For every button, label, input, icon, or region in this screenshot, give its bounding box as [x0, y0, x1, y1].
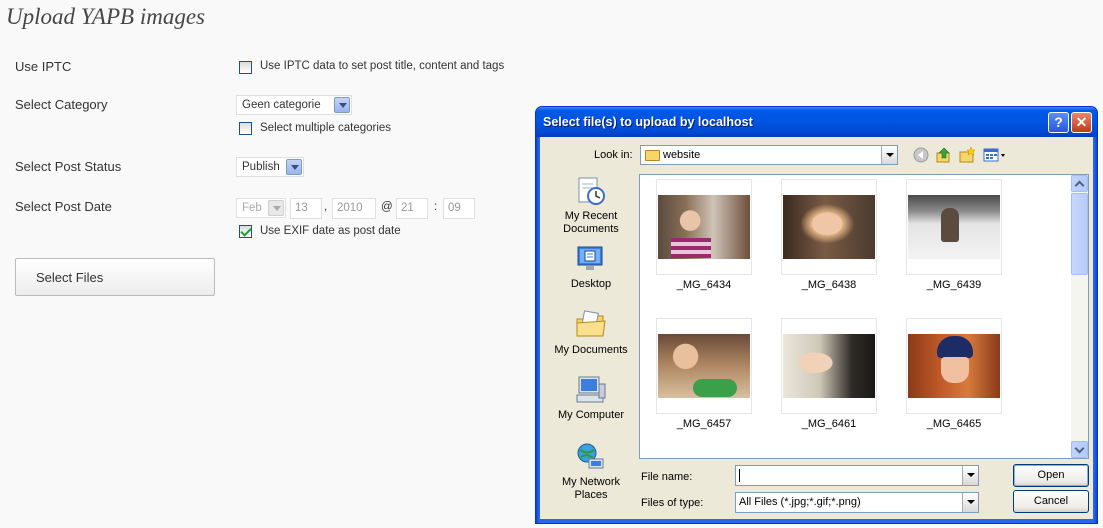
chevron-down-icon: [334, 97, 350, 113]
photo-detail: [671, 238, 711, 258]
place-my-network-places[interactable]: My Network Places: [546, 441, 636, 502]
photo-thumbnail: [783, 195, 875, 259]
chevron-down-icon[interactable]: [962, 493, 978, 512]
close-button[interactable]: ✕: [1071, 112, 1092, 133]
category-select-value: Geen categorie: [242, 99, 321, 111]
files-of-type-label: Files of type:: [641, 497, 704, 509]
multiple-categories-checkbox[interactable]: [239, 122, 252, 135]
back-icon[interactable]: [913, 147, 929, 163]
file-name-label: _MG_6434: [676, 279, 732, 291]
minute-input[interactable]: 09: [443, 198, 475, 219]
multiple-categories-label: Select multiple categories: [260, 122, 392, 134]
photo-thumbnail: [783, 334, 875, 398]
category-select[interactable]: Geen categorie: [236, 95, 352, 115]
exif-date-checkbox[interactable]: [239, 225, 252, 238]
year-input[interactable]: 2010: [332, 198, 376, 219]
look-in-value: website: [663, 149, 701, 161]
select-post-date-label: Select Post Date: [15, 199, 112, 214]
file-thumbnail[interactable]: [656, 318, 752, 414]
place-label: Desktop: [570, 278, 612, 290]
place-label: My Computer: [557, 409, 625, 421]
scroll-up-button[interactable]: [1071, 175, 1088, 192]
cancel-button[interactable]: Cancel: [1013, 490, 1089, 513]
date-at-separator: @: [381, 201, 393, 213]
recent-documents-icon: [578, 177, 605, 205]
select-files-button[interactable]: Select Files: [15, 258, 215, 296]
file-name-label: _MG_6439: [926, 279, 982, 291]
month-select-value: Feb: [242, 202, 262, 214]
exif-date-label: Use EXIF date as post date: [260, 225, 401, 237]
month-select[interactable]: Feb: [236, 198, 286, 218]
chevron-down-icon[interactable]: [962, 466, 978, 485]
dialog-body: Look in: website My Recent Documents Des…: [540, 137, 1093, 519]
files-of-type-value: All Files (*.jpg;*.gif;*.png): [739, 496, 861, 508]
use-iptc-checkbox-label: Use IPTC data to set post title, content…: [260, 60, 505, 72]
look-in-label: Look in:: [594, 149, 633, 161]
my-computer-icon: [576, 376, 606, 403]
folder-icon: [645, 150, 660, 161]
scroll-down-button[interactable]: [1071, 441, 1088, 458]
chevron-down-icon: [268, 200, 284, 216]
page-title: Upload YAPB images: [6, 4, 205, 29]
file-name-label: _MG_6457: [676, 418, 732, 430]
help-button[interactable]: ?: [1048, 112, 1069, 133]
place-label: My Network Places: [561, 476, 621, 501]
photo-detail: [693, 379, 737, 397]
photo-detail: [937, 336, 973, 358]
my-documents-icon: [576, 310, 606, 337]
file-thumbnail[interactable]: [906, 318, 1002, 414]
post-status-select-value: Publish: [242, 161, 280, 173]
file-thumbnail[interactable]: [906, 179, 1002, 275]
file-thumbnail[interactable]: [781, 318, 877, 414]
use-iptc-label: Use IPTC: [15, 59, 72, 74]
file-thumbnail[interactable]: [781, 179, 877, 275]
day-input[interactable]: 13: [290, 198, 322, 219]
place-my-documents[interactable]: My Documents: [546, 309, 636, 357]
place-recent-documents[interactable]: My Recent Documents: [546, 175, 636, 236]
select-category-label: Select Category: [15, 97, 108, 112]
look-in-select[interactable]: website: [640, 145, 898, 165]
use-iptc-checkbox[interactable]: [239, 61, 252, 74]
file-name-input[interactable]: [735, 465, 979, 486]
hour-input[interactable]: 21: [396, 198, 428, 219]
places-bar: My Recent Documents Desktop My Documents…: [546, 175, 636, 513]
network-places-icon: [577, 443, 604, 469]
file-list-view[interactable]: _MG_6434 _MG_6438 _MG_6439 _MG_6457 _MG_…: [639, 174, 1089, 459]
files-of-type-select[interactable]: All Files (*.jpg;*.gif;*.png): [735, 492, 979, 513]
place-desktop[interactable]: Desktop: [546, 243, 636, 291]
view-menu-icon[interactable]: [983, 147, 1007, 163]
place-label: My Documents: [554, 344, 628, 356]
time-colon-separator: :: [434, 201, 438, 213]
scroll-thumb[interactable]: [1071, 193, 1088, 275]
chevron-down-icon[interactable]: [881, 146, 897, 164]
select-post-status-label: Select Post Status: [15, 159, 122, 174]
place-label: My Recent Documents: [563, 210, 619, 235]
dialog-titlebar[interactable]: Select file(s) to upload by localhost ? …: [536, 107, 1097, 137]
open-button[interactable]: Open: [1013, 464, 1089, 487]
file-name-label: _MG_6461: [801, 418, 857, 430]
photo-detail: [941, 357, 969, 383]
new-folder-icon[interactable]: [959, 147, 975, 163]
chevron-down-icon: [286, 159, 302, 175]
file-thumbnail[interactable]: [656, 179, 752, 275]
desktop-icon: [577, 246, 603, 270]
photo-detail: [941, 208, 959, 242]
file-name-label: _MG_6465: [926, 418, 982, 430]
vertical-scrollbar[interactable]: [1071, 175, 1088, 458]
up-folder-icon[interactable]: [936, 147, 952, 163]
file-upload-dialog: Select file(s) to upload by localhost ? …: [535, 106, 1098, 524]
text-caret: [739, 469, 740, 482]
post-status-select[interactable]: Publish: [236, 157, 304, 177]
dialog-title: Select file(s) to upload by localhost: [543, 115, 753, 129]
file-name-label: _MG_6438: [801, 279, 857, 291]
place-my-computer[interactable]: My Computer: [546, 374, 636, 422]
file-name-field-label: File name:: [641, 471, 693, 483]
date-comma-separator: ,: [324, 201, 328, 213]
